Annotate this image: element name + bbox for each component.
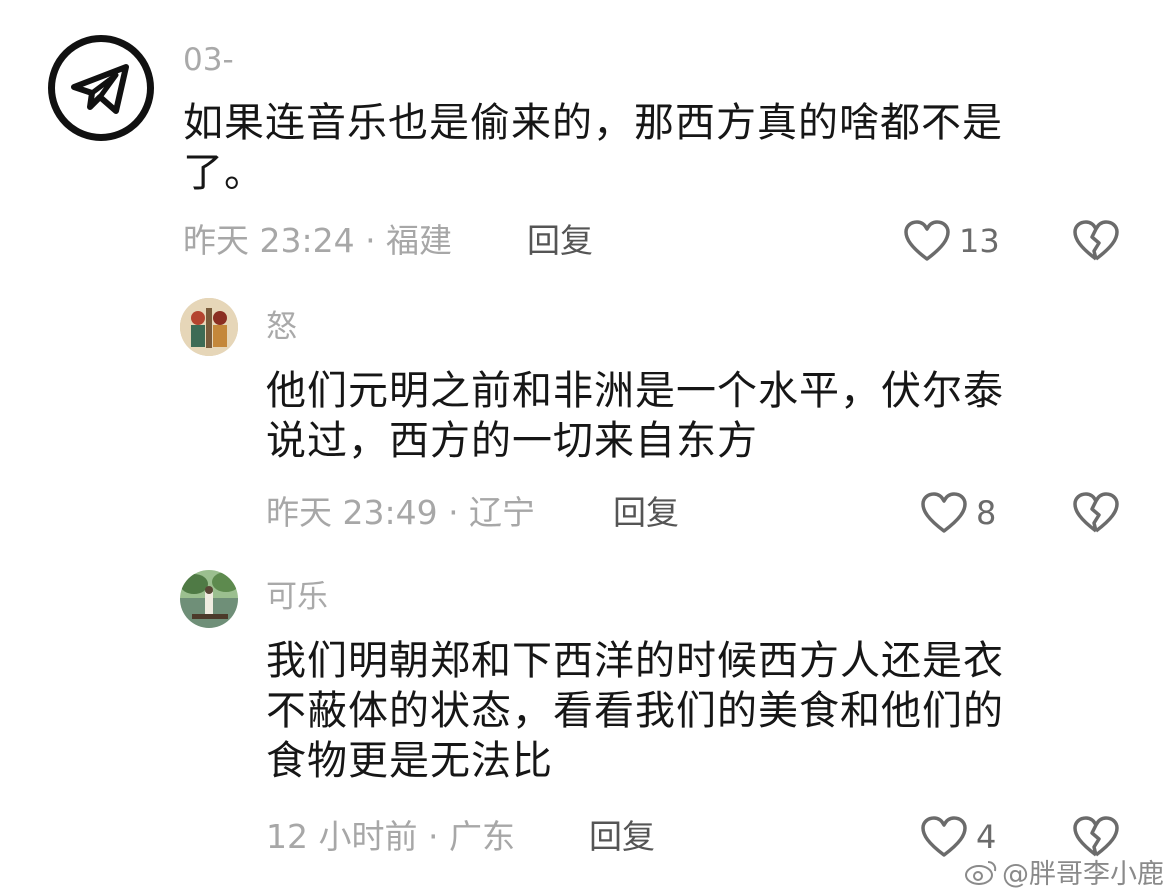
like-count: 8 xyxy=(976,494,997,532)
dislike-button[interactable] xyxy=(1072,219,1120,267)
comment-text: 如果连音乐也是偷来的，那西方真的啥都不是 了。 xyxy=(183,100,1003,196)
watermark: @胖哥李小鹿 xyxy=(964,852,1164,891)
avatar-image xyxy=(180,298,238,356)
comment-text: 我们明朝郑和下西洋的时候西方人还是衣 不蔽体的状态，看看我们的美食和他们的 食物… xyxy=(266,638,1004,784)
like-count: 13 xyxy=(959,222,1000,260)
comment-meta: 昨天 23:24 · 福建 xyxy=(183,221,453,260)
broken-heart-icon xyxy=(1073,220,1119,261)
comment-meta: 12 小时前 · 广东 xyxy=(266,817,515,856)
username[interactable]: 03- xyxy=(183,45,234,76)
comment-text: 他们元明之前和非洲是一个水平，伏尔泰 说过，西方的一切来自东方 xyxy=(266,368,1004,464)
broken-heart-icon xyxy=(1073,492,1119,533)
heart-icon xyxy=(921,492,967,533)
avatar[interactable] xyxy=(48,35,154,141)
dislike-button[interactable] xyxy=(1072,491,1120,539)
heart-icon xyxy=(904,220,950,261)
like-count: 4 xyxy=(976,818,997,856)
avatar[interactable] xyxy=(180,570,238,628)
heart-icon xyxy=(921,816,967,857)
reply-button[interactable]: 回复 xyxy=(527,224,593,257)
watermark-text: @胖哥李小鹿 xyxy=(1002,859,1164,890)
like-button[interactable]: 13 xyxy=(903,219,1000,263)
username[interactable]: 可乐 xyxy=(266,582,328,613)
username[interactable]: 怒 xyxy=(266,312,297,343)
paper-plane-icon xyxy=(71,64,129,114)
comment-meta: 昨天 23:49 · 辽宁 xyxy=(266,493,536,532)
reply-button[interactable]: 回复 xyxy=(613,496,679,529)
avatar[interactable] xyxy=(180,298,238,356)
like-button[interactable]: 8 xyxy=(920,491,996,535)
avatar-image xyxy=(180,570,238,628)
weibo-logo-icon xyxy=(965,860,997,885)
reply-button[interactable]: 回复 xyxy=(589,820,655,853)
